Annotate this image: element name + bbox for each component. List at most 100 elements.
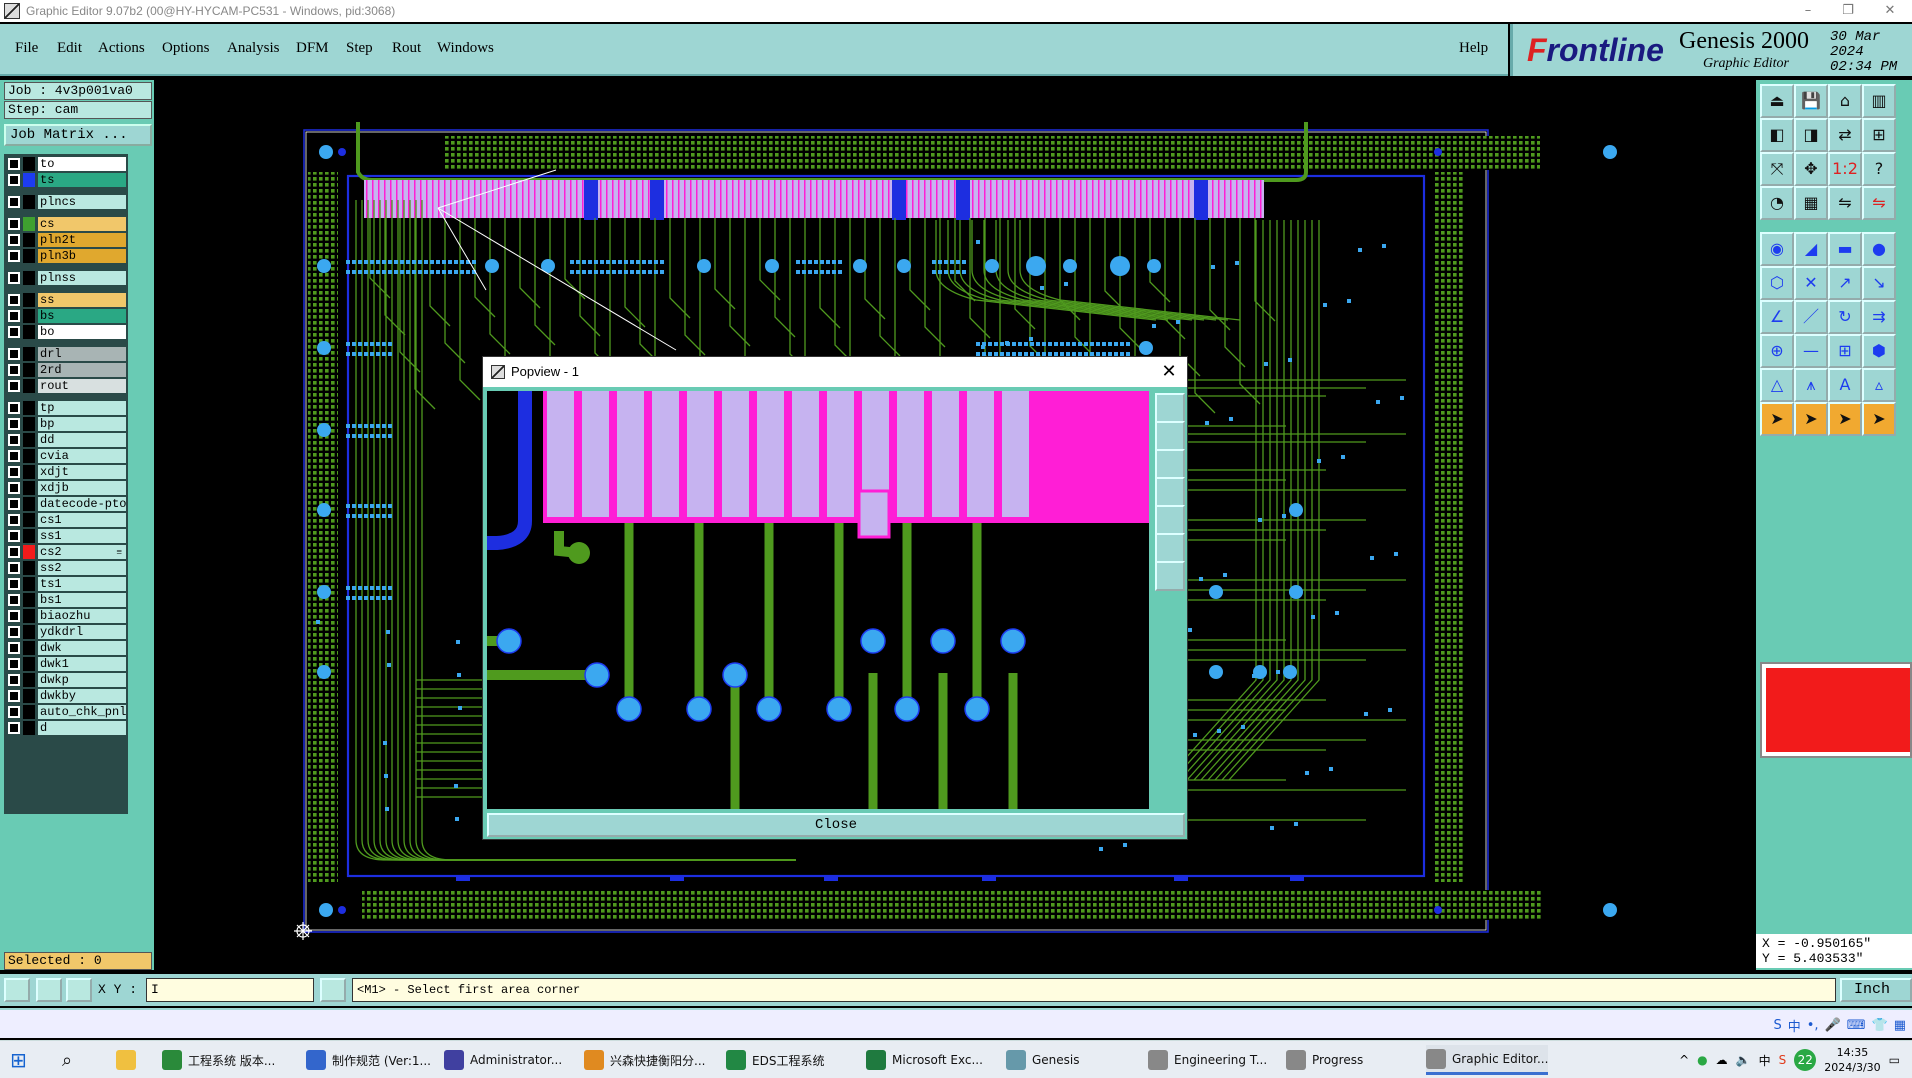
layer-checkbox[interactable] xyxy=(8,402,20,414)
layer-name[interactable]: dd xyxy=(38,433,126,447)
layer-row-datecode-pto[interactable]: datecode-pto xyxy=(6,496,126,512)
layer-row-2rd[interactable]: 2rd xyxy=(6,362,126,378)
layer-row-rout[interactable]: rout xyxy=(6,378,126,394)
layer-checkbox[interactable] xyxy=(8,310,20,322)
layer-row-xdjb[interactable]: xdjb xyxy=(6,480,126,496)
layer-name[interactable]: auto_chk_pnl xyxy=(38,705,126,719)
scale-icon[interactable]: 1:2 xyxy=(1828,152,1862,186)
layer-row-tp[interactable]: tp xyxy=(6,400,126,416)
layer-name[interactable]: dwk xyxy=(38,641,126,655)
layer-name[interactable]: ss2 xyxy=(38,561,126,575)
layer-name[interactable]: ss xyxy=(38,293,126,307)
layer-name[interactable]: bs xyxy=(38,309,126,323)
popview-zoom-in-icon[interactable] xyxy=(1155,421,1185,451)
bar-icon[interactable]: — xyxy=(1794,334,1828,368)
popview-pan-right-icon[interactable] xyxy=(1155,505,1185,535)
layer-color-swatch[interactable] xyxy=(23,271,35,285)
layer-checkbox[interactable] xyxy=(8,562,20,574)
layer-name[interactable]: dwk1 xyxy=(38,657,126,671)
layer-row-dwkby[interactable]: dwkby xyxy=(6,688,126,704)
layer-row-bo[interactable]: bo xyxy=(6,324,126,340)
zoom-fit-icon[interactable]: ⤧ xyxy=(1760,152,1794,186)
ime-indicator[interactable]: 中 xyxy=(1759,1052,1771,1069)
popview-zoom-out-icon[interactable] xyxy=(1155,449,1185,479)
notification-badge[interactable]: 22 xyxy=(1794,1049,1817,1071)
layer-color-swatch[interactable] xyxy=(23,293,35,307)
punctuation-icon[interactable]: •, xyxy=(1807,1018,1819,1033)
layer-color-swatch[interactable] xyxy=(23,173,35,187)
layer-name[interactable]: bp xyxy=(38,417,126,431)
layer-color-swatch[interactable] xyxy=(23,657,35,671)
layer-name[interactable]: ts xyxy=(38,173,126,187)
dot-icon[interactable]: ● xyxy=(1862,232,1896,266)
taskbar-item[interactable]: EDS工程系统 xyxy=(726,1045,824,1075)
add-pad-icon[interactable]: ◉ xyxy=(1760,232,1794,266)
layer-color-swatch[interactable] xyxy=(23,217,35,231)
layer-checkbox[interactable] xyxy=(8,610,20,622)
layer-checkbox[interactable] xyxy=(8,722,20,734)
layer-row-plncs[interactable]: plncs xyxy=(6,194,126,210)
grid-menu-icon[interactable]: ▦ xyxy=(1894,1018,1906,1033)
layer-name[interactable]: 2rd xyxy=(38,363,126,377)
help-icon[interactable]: ? xyxy=(1862,152,1896,186)
layer-checkbox[interactable] xyxy=(8,250,20,262)
file-explorer-button[interactable] xyxy=(116,1045,142,1075)
layer-color-swatch[interactable] xyxy=(23,157,35,171)
layer-checkbox[interactable] xyxy=(8,690,20,702)
layer-name[interactable]: cvia xyxy=(38,449,126,463)
menu-dfm[interactable]: DFM xyxy=(296,40,329,57)
layer-checkbox[interactable] xyxy=(8,272,20,284)
start-button[interactable]: ⊞ xyxy=(10,1045,27,1075)
notifications-icon[interactable]: ▭ xyxy=(1889,1053,1900,1067)
layer-row-d[interactable]: d xyxy=(6,720,126,736)
layer-name[interactable]: tp xyxy=(38,401,126,415)
layer-row-ts1[interactable]: ts1 xyxy=(6,576,126,592)
layer-row-to[interactable]: to xyxy=(6,156,126,172)
popview-pan-left-icon[interactable] xyxy=(1155,477,1185,507)
menu-step[interactable]: Step xyxy=(346,40,373,57)
info-icon[interactable] xyxy=(320,978,346,1002)
layer-checkbox[interactable] xyxy=(8,498,20,510)
delete-icon[interactable]: ✕ xyxy=(1794,266,1828,300)
layer-checkbox[interactable] xyxy=(8,218,20,230)
sogou-tray-icon[interactable]: S xyxy=(1779,1053,1787,1067)
popview-canvas[interactable] xyxy=(487,391,1149,809)
layer-name[interactable]: ts1 xyxy=(38,577,126,591)
layer-checkbox[interactable] xyxy=(8,380,20,392)
layer-color-swatch[interactable] xyxy=(23,309,35,323)
layer-checkbox[interactable] xyxy=(8,546,20,558)
layer-color-swatch[interactable] xyxy=(23,609,35,623)
layer-row-bs[interactable]: bs xyxy=(6,308,126,324)
pan-icon[interactable]: ✥ xyxy=(1794,152,1828,186)
layer-checkbox[interactable] xyxy=(8,594,20,606)
menu-actions[interactable]: Actions xyxy=(98,40,145,57)
layer-color-swatch[interactable] xyxy=(23,379,35,393)
snap-red-icon[interactable]: ⇋ xyxy=(1862,186,1896,220)
layer-checkbox[interactable] xyxy=(8,674,20,686)
layer-row-ss1[interactable]: ss1 xyxy=(6,528,126,544)
close-window-button[interactable]: ✕ xyxy=(1870,0,1910,22)
menu-file[interactable]: File xyxy=(15,40,38,57)
layer-row-dwk[interactable]: dwk xyxy=(6,640,126,656)
layer-row-bp[interactable]: bp xyxy=(6,416,126,432)
layer-color-swatch[interactable] xyxy=(23,433,35,447)
layer-checkbox[interactable] xyxy=(8,482,20,494)
select-tool-icon[interactable] xyxy=(4,978,30,1002)
layer-row-cs[interactable]: cs xyxy=(6,216,126,232)
route-icon[interactable]: ↘ xyxy=(1862,266,1896,300)
letter-a-icon[interactable]: A xyxy=(1828,368,1862,402)
pointer-move-icon[interactable]: ➤ xyxy=(1862,402,1896,436)
taskbar-item[interactable]: Microsoft Exc... xyxy=(866,1045,983,1075)
taskbar-item[interactable]: Graphic Editor... xyxy=(1426,1045,1549,1075)
layer-row-pln3b[interactable]: pln3b xyxy=(6,248,126,264)
layer-color-swatch[interactable] xyxy=(23,673,35,687)
layer-name[interactable]: cs1 xyxy=(38,513,126,527)
layer-color-swatch[interactable] xyxy=(23,529,35,543)
diagonal-icon[interactable]: ／ xyxy=(1794,300,1828,334)
wechat-icon[interactable]: ● xyxy=(1697,1053,1707,1067)
layer-row-dwk1[interactable]: dwk1 xyxy=(6,656,126,672)
layer-color-swatch[interactable] xyxy=(23,481,35,495)
layer-name[interactable]: pln2t xyxy=(38,233,126,247)
layer-checkbox[interactable] xyxy=(8,418,20,430)
job-matrix-button[interactable]: Job Matrix ... xyxy=(4,124,152,146)
